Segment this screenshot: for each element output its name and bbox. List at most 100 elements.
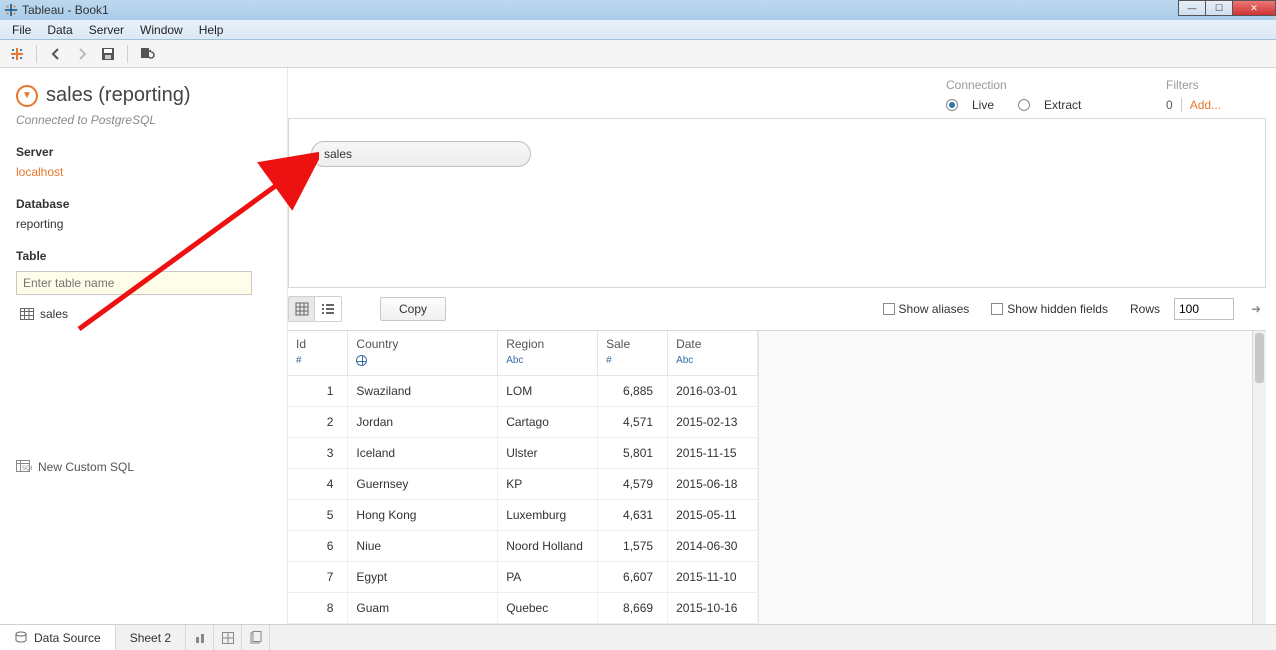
tableau-logo-button[interactable]: [6, 43, 28, 65]
datasource-title: sales (reporting): [46, 84, 191, 107]
col-header-date[interactable]: DateAbc: [668, 331, 758, 375]
connection-live-radio[interactable]: [946, 99, 958, 111]
tab-data-source[interactable]: Data Source: [0, 625, 116, 650]
table-row[interactable]: 7EgyptPA6,6072015-11-10: [288, 561, 758, 592]
table-row[interactable]: 8GuamQuebec8,6692015-10-16: [288, 592, 758, 623]
new-dashboard-button[interactable]: [214, 625, 242, 650]
app-icon: [4, 3, 18, 17]
connection-extract-label: Extract: [1044, 98, 1081, 112]
toolbar-separator: [36, 45, 37, 63]
grid-toolbar: Copy Show aliases Show hidden fields Row…: [288, 294, 1266, 324]
cell-region: Quebec: [498, 592, 598, 623]
save-button[interactable]: [97, 43, 119, 65]
cell-id: 7: [288, 561, 348, 592]
table-item-sales[interactable]: sales: [16, 305, 271, 323]
grid-scrollbar[interactable]: [1252, 331, 1266, 624]
minimize-button[interactable]: —: [1178, 0, 1206, 16]
cell-id: 1: [288, 375, 348, 406]
close-button[interactable]: ✕: [1232, 0, 1276, 16]
cell-date: 2015-10-16: [668, 592, 758, 623]
cell-country: Iceland: [348, 437, 498, 468]
cell-country: Egypt: [348, 561, 498, 592]
menu-server[interactable]: Server: [81, 23, 132, 37]
col-header-region[interactable]: RegionAbc: [498, 331, 598, 375]
table-heading: Table: [16, 249, 271, 263]
cell-date: 2015-02-13: [668, 406, 758, 437]
forward-button[interactable]: [71, 43, 93, 65]
show-aliases-checkbox[interactable]: Show aliases: [883, 302, 970, 316]
cell-sale: 6,607: [598, 561, 668, 592]
toolbar: [0, 40, 1276, 68]
refresh-button[interactable]: [136, 43, 158, 65]
menu-window[interactable]: Window: [132, 23, 191, 37]
menu-data[interactable]: Data: [39, 23, 80, 37]
table-row[interactable]: 5Hong KongLuxemburg4,6312015-05-11: [288, 499, 758, 530]
cell-region: Cartago: [498, 406, 598, 437]
table-search-input[interactable]: [16, 271, 252, 295]
table-row[interactable]: 1SwazilandLOM6,8852016-03-01: [288, 375, 758, 406]
new-worksheet-button[interactable]: [186, 625, 214, 650]
database-value: reporting: [16, 217, 271, 231]
canvas-table-pill[interactable]: sales: [311, 141, 531, 167]
cell-country: Jordan: [348, 406, 498, 437]
new-custom-sql[interactable]: SQL New Custom SQL: [16, 460, 134, 474]
rows-go-button[interactable]: ➜: [1246, 298, 1266, 320]
connection-extract-radio[interactable]: [1018, 99, 1030, 111]
connection-label: Connection: [946, 78, 1106, 92]
grid-view-button[interactable]: [289, 297, 315, 321]
cell-date: 2014-06-30: [668, 530, 758, 561]
cell-sale: 4,631: [598, 499, 668, 530]
data-grid: Id# Country RegionAbc Sale# DateAbc 1Swa…: [288, 331, 758, 624]
window-controls: — ☐ ✕: [1179, 0, 1276, 16]
join-canvas[interactable]: sales: [288, 118, 1266, 288]
col-header-country[interactable]: Country: [348, 331, 498, 375]
grid-empty-area: [758, 331, 1266, 624]
table-row[interactable]: 2JordanCartago4,5712015-02-13: [288, 406, 758, 437]
cell-country: Swaziland: [348, 375, 498, 406]
checkbox-icon: [883, 303, 895, 315]
cell-region: Ulster: [498, 437, 598, 468]
grid-header-row: Id# Country RegionAbc Sale# DateAbc: [288, 331, 758, 375]
server-value[interactable]: localhost: [16, 165, 271, 179]
table-row[interactable]: 6NiueNoord Holland1,5752014-06-30: [288, 530, 758, 561]
cell-id: 3: [288, 437, 348, 468]
cell-country: Guernsey: [348, 468, 498, 499]
filters-label: Filters: [1166, 78, 1199, 92]
rows-input[interactable]: [1174, 298, 1234, 320]
datasource-header: ▼ sales (reporting): [16, 84, 271, 107]
cell-id: 4: [288, 468, 348, 499]
tab-data-source-label: Data Source: [34, 631, 101, 645]
maximize-button[interactable]: ☐: [1205, 0, 1233, 16]
filters-add-link[interactable]: Add...: [1190, 98, 1221, 112]
cell-region: LOM: [498, 375, 598, 406]
copy-button[interactable]: Copy: [380, 297, 446, 321]
scrollbar-thumb[interactable]: [1255, 333, 1264, 383]
cell-sale: 4,579: [598, 468, 668, 499]
list-view-button[interactable]: [315, 297, 341, 321]
cell-id: 8: [288, 592, 348, 623]
cell-id: 2: [288, 406, 348, 437]
col-header-sale[interactable]: Sale#: [598, 331, 668, 375]
sql-icon: SQL: [16, 460, 32, 474]
table-row[interactable]: 4GuernseyKP4,5792015-06-18: [288, 468, 758, 499]
toolbar-separator: [127, 45, 128, 63]
show-hidden-label: Show hidden fields: [1007, 302, 1108, 316]
tab-sheet[interactable]: Sheet 2: [116, 625, 186, 650]
menu-help[interactable]: Help: [191, 23, 232, 37]
datasource-menu-icon[interactable]: ▼: [16, 85, 38, 107]
cell-country: Guam: [348, 592, 498, 623]
col-header-id[interactable]: Id#: [288, 331, 348, 375]
new-story-button[interactable]: [242, 625, 270, 650]
cell-sale: 6,885: [598, 375, 668, 406]
show-hidden-checkbox[interactable]: Show hidden fields: [991, 302, 1108, 316]
menu-file[interactable]: File: [4, 23, 39, 37]
filters-block: Filters 0 Add...: [1166, 78, 1256, 112]
back-button[interactable]: [45, 43, 67, 65]
cell-date: 2016-03-01: [668, 375, 758, 406]
table-row[interactable]: 3IcelandUlster5,8012015-11-15: [288, 437, 758, 468]
cell-date: 2015-05-11: [668, 499, 758, 530]
cell-sale: 8,669: [598, 592, 668, 623]
datasource-tab-icon: [14, 631, 28, 645]
cell-region: Noord Holland: [498, 530, 598, 561]
bottom-tab-bar: Data Source Sheet 2: [0, 624, 1276, 650]
